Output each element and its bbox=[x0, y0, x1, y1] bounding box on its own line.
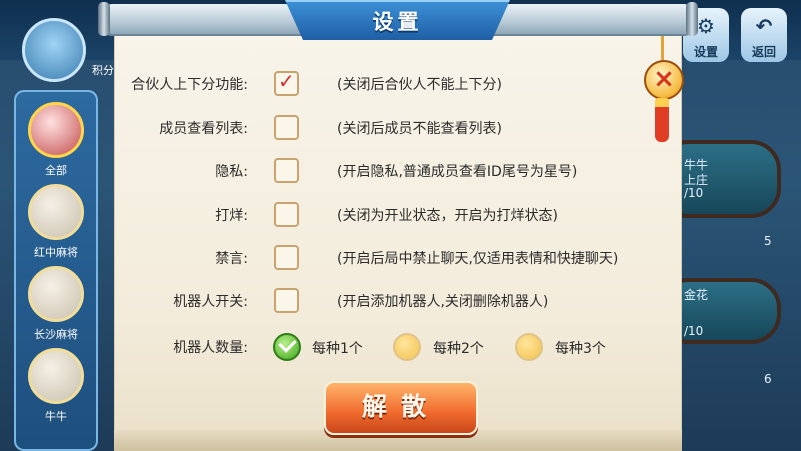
checkbox-privacy[interactable] bbox=[274, 158, 299, 183]
scroll-end-cap bbox=[98, 2, 110, 36]
back-button-label: 返回 bbox=[751, 45, 776, 59]
row-label-closed: 打烊: bbox=[215, 208, 248, 224]
close-button[interactable]: × bbox=[644, 60, 684, 100]
rail-item-label: 长沙麻将 bbox=[34, 328, 78, 341]
desc-mute: (开启后局中禁止聊天,仅适用表情和快捷聊天) bbox=[337, 251, 619, 267]
checkbox-member-list[interactable] bbox=[274, 115, 299, 140]
rail-item-all[interactable]: 全部 bbox=[14, 102, 98, 178]
row-label-robot-switch: 机器人开关: bbox=[173, 294, 248, 310]
close-icon: × bbox=[653, 64, 675, 94]
desc-privacy: (开启隐私,普通成员查看ID尾号为星号) bbox=[337, 164, 578, 180]
row-label-mute: 禁言: bbox=[215, 251, 248, 267]
settings-button-label: 设置 bbox=[693, 45, 718, 59]
checkbox-closed[interactable] bbox=[274, 202, 299, 227]
tassel-cord bbox=[661, 36, 664, 62]
radio-label-robot-count-2: 每种2个 bbox=[433, 341, 484, 357]
desc-robot-switch: (开启添加机器人,关闭删除机器人) bbox=[337, 294, 549, 310]
row-label-robot-count: 机器人数量: bbox=[173, 340, 248, 356]
radio-robot-count-2[interactable] bbox=[393, 333, 421, 361]
scroll-end-cap bbox=[686, 2, 698, 36]
check-icon: ✓ bbox=[278, 69, 295, 93]
table-rounds: /10 bbox=[684, 324, 704, 338]
left-partial-label: 积分 bbox=[92, 64, 114, 77]
mahjong-tile-icon bbox=[28, 266, 84, 322]
dissolve-button[interactable]: 解散 bbox=[324, 381, 478, 435]
desc-member-list: (关闭后成员不能查看列表) bbox=[337, 121, 502, 137]
checkbox-mute[interactable] bbox=[274, 245, 299, 270]
desc-partner-score: (关闭后合伙人不能上下分) bbox=[337, 77, 502, 93]
game-category-rail: 全部 红中麻将 长沙麻将 牛牛 bbox=[14, 90, 98, 451]
bull-icon bbox=[28, 348, 84, 404]
rail-item-hongzhong[interactable]: 红中麻将 bbox=[14, 184, 98, 260]
radio-label-robot-count-1: 每种1个 bbox=[312, 341, 363, 357]
tassel-decoration bbox=[655, 98, 669, 142]
row-label-privacy: 隐私: bbox=[215, 164, 248, 180]
table-number: 5 bbox=[764, 234, 772, 248]
rail-item-label: 全部 bbox=[45, 164, 67, 177]
rail-item-label: 牛牛 bbox=[45, 410, 67, 423]
rail-item-label: 红中麻将 bbox=[34, 246, 78, 259]
back-arrow-icon: ↶ bbox=[755, 14, 773, 38]
radio-label-robot-count-3: 每种3个 bbox=[555, 341, 606, 357]
radio-robot-count-3[interactable] bbox=[515, 333, 543, 361]
table-game-name: 金花 bbox=[684, 288, 709, 302]
checkbox-partner-score[interactable]: ✓ bbox=[274, 69, 299, 96]
row-label-partner-score: 合伙人上下分功能: bbox=[131, 77, 248, 93]
rail-item-changsha[interactable]: 长沙麻将 bbox=[14, 266, 98, 342]
rail-item-niuniu[interactable]: 牛牛 bbox=[14, 348, 98, 424]
mahjong-tile-icon bbox=[28, 184, 84, 240]
club-avatar[interactable] bbox=[22, 18, 86, 82]
desc-closed: (关闭为开业状态，开启为打烊状态) bbox=[337, 208, 558, 224]
dialog-title: 设置 bbox=[372, 10, 423, 34]
table-rounds: /10 bbox=[684, 186, 704, 200]
checkbox-robot-switch[interactable] bbox=[274, 288, 299, 313]
table-number: 6 bbox=[764, 372, 772, 386]
all-games-icon bbox=[28, 102, 84, 158]
back-button[interactable]: ↶ 返回 bbox=[741, 8, 787, 62]
radio-robot-count-1[interactable] bbox=[273, 333, 301, 361]
row-label-member-list: 成员查看列表: bbox=[159, 121, 248, 137]
